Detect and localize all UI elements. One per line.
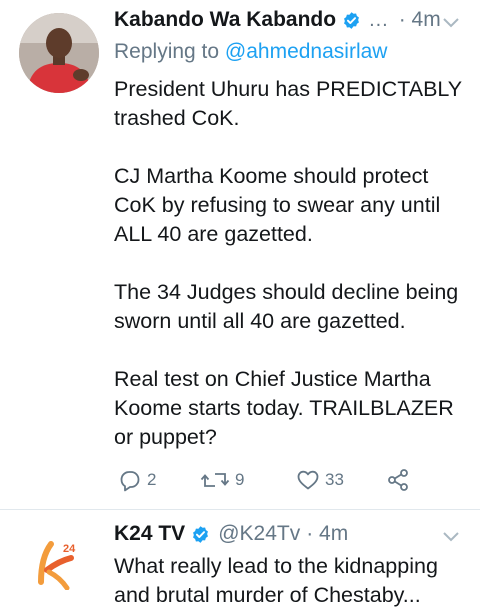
tweet-header: Kabando Wa Kabando ... · 4m [114, 8, 441, 32]
reply-count: 2 [147, 470, 157, 489]
text-line: trashed CoK. [114, 106, 240, 130]
retweet-icon [200, 468, 230, 492]
avatar-kabando[interactable] [19, 13, 99, 93]
tweet-text: What really lead to the kidnapping and b… [114, 552, 470, 610]
text-line: What really lead to the kidnapping [114, 554, 438, 578]
name-ellipsis: ... [369, 8, 389, 31]
like-icon [296, 468, 320, 492]
chevron-down-icon[interactable] [442, 16, 460, 28]
avatar-k24[interactable]: 24 [19, 530, 99, 610]
tweet-paragraph: The 34 Judges should decline being sworn… [114, 278, 470, 336]
chevron-down-icon[interactable] [442, 530, 460, 542]
verified-badge-icon [342, 11, 361, 30]
svg-text:24: 24 [63, 543, 76, 555]
tweet-paragraph: Real test on Chief Justice Martha Koome … [114, 365, 470, 452]
tweet-text: President Uhuru has PREDICTABLY trashed … [114, 75, 470, 133]
tweet-paragraph: What really lead to the kidnapping and b… [114, 552, 470, 610]
replying-to: Replying to @ahmednasirlaw [114, 40, 387, 64]
text-line: ALL 40 are gazetted. [114, 222, 313, 246]
tweet-kabando[interactable]: Kabando Wa Kabando ... · 4m Replying to … [0, 0, 480, 509]
text-line: CJ Martha Koome should protect [114, 164, 429, 188]
tweet-paragraph: President Uhuru has PREDICTABLY trashed … [114, 75, 470, 133]
text-line: sworn until all 40 are gazetted. [114, 309, 406, 333]
reply-prefix: Replying to [114, 40, 225, 63]
tweet-text: The 34 Judges should decline being sworn… [114, 278, 470, 336]
tweet-text: CJ Martha Koome should protect CoK by re… [114, 162, 470, 249]
text-line: CoK by refusing to swear any until [114, 193, 441, 217]
text-line: or puppet? [114, 425, 217, 449]
tweet-text: Real test on Chief Justice Martha Koome … [114, 365, 470, 452]
share-icon [386, 468, 410, 492]
tweet-actions: 2 9 33 [114, 466, 434, 494]
text-line: The 34 Judges should decline being [114, 280, 459, 304]
tweet-time[interactable]: · 4m [306, 522, 348, 546]
reply-icon [118, 468, 142, 492]
text-line: Real test on Chief Justice Martha [114, 367, 431, 391]
text-line: and brutal murder of Chestaby... [114, 583, 421, 607]
text-line: President Uhuru has PREDICTABLY [114, 77, 463, 101]
tweet-paragraph: CJ Martha Koome should protect CoK by re… [114, 162, 470, 249]
retweet-button[interactable]: 9 [200, 466, 244, 494]
retweet-count: 9 [235, 470, 245, 489]
author-handle[interactable]: @K24Tv [218, 522, 300, 546]
text-line: Koome starts today. TRAILBLAZER [114, 396, 454, 420]
verified-badge-icon [191, 525, 210, 544]
tweet-time[interactable]: · 4m [399, 8, 441, 32]
author-name[interactable]: K24 TV [114, 522, 185, 546]
like-count: 33 [325, 470, 344, 489]
author-name[interactable]: Kabando Wa Kabando [114, 8, 336, 32]
share-button[interactable] [386, 466, 410, 494]
reply-handle-link[interactable]: @ahmednasirlaw [225, 40, 388, 63]
reply-button[interactable]: 2 [118, 466, 156, 494]
tweet-header: K24 TV @K24Tv · 4m [114, 522, 348, 546]
like-button[interactable]: 33 [296, 466, 344, 494]
